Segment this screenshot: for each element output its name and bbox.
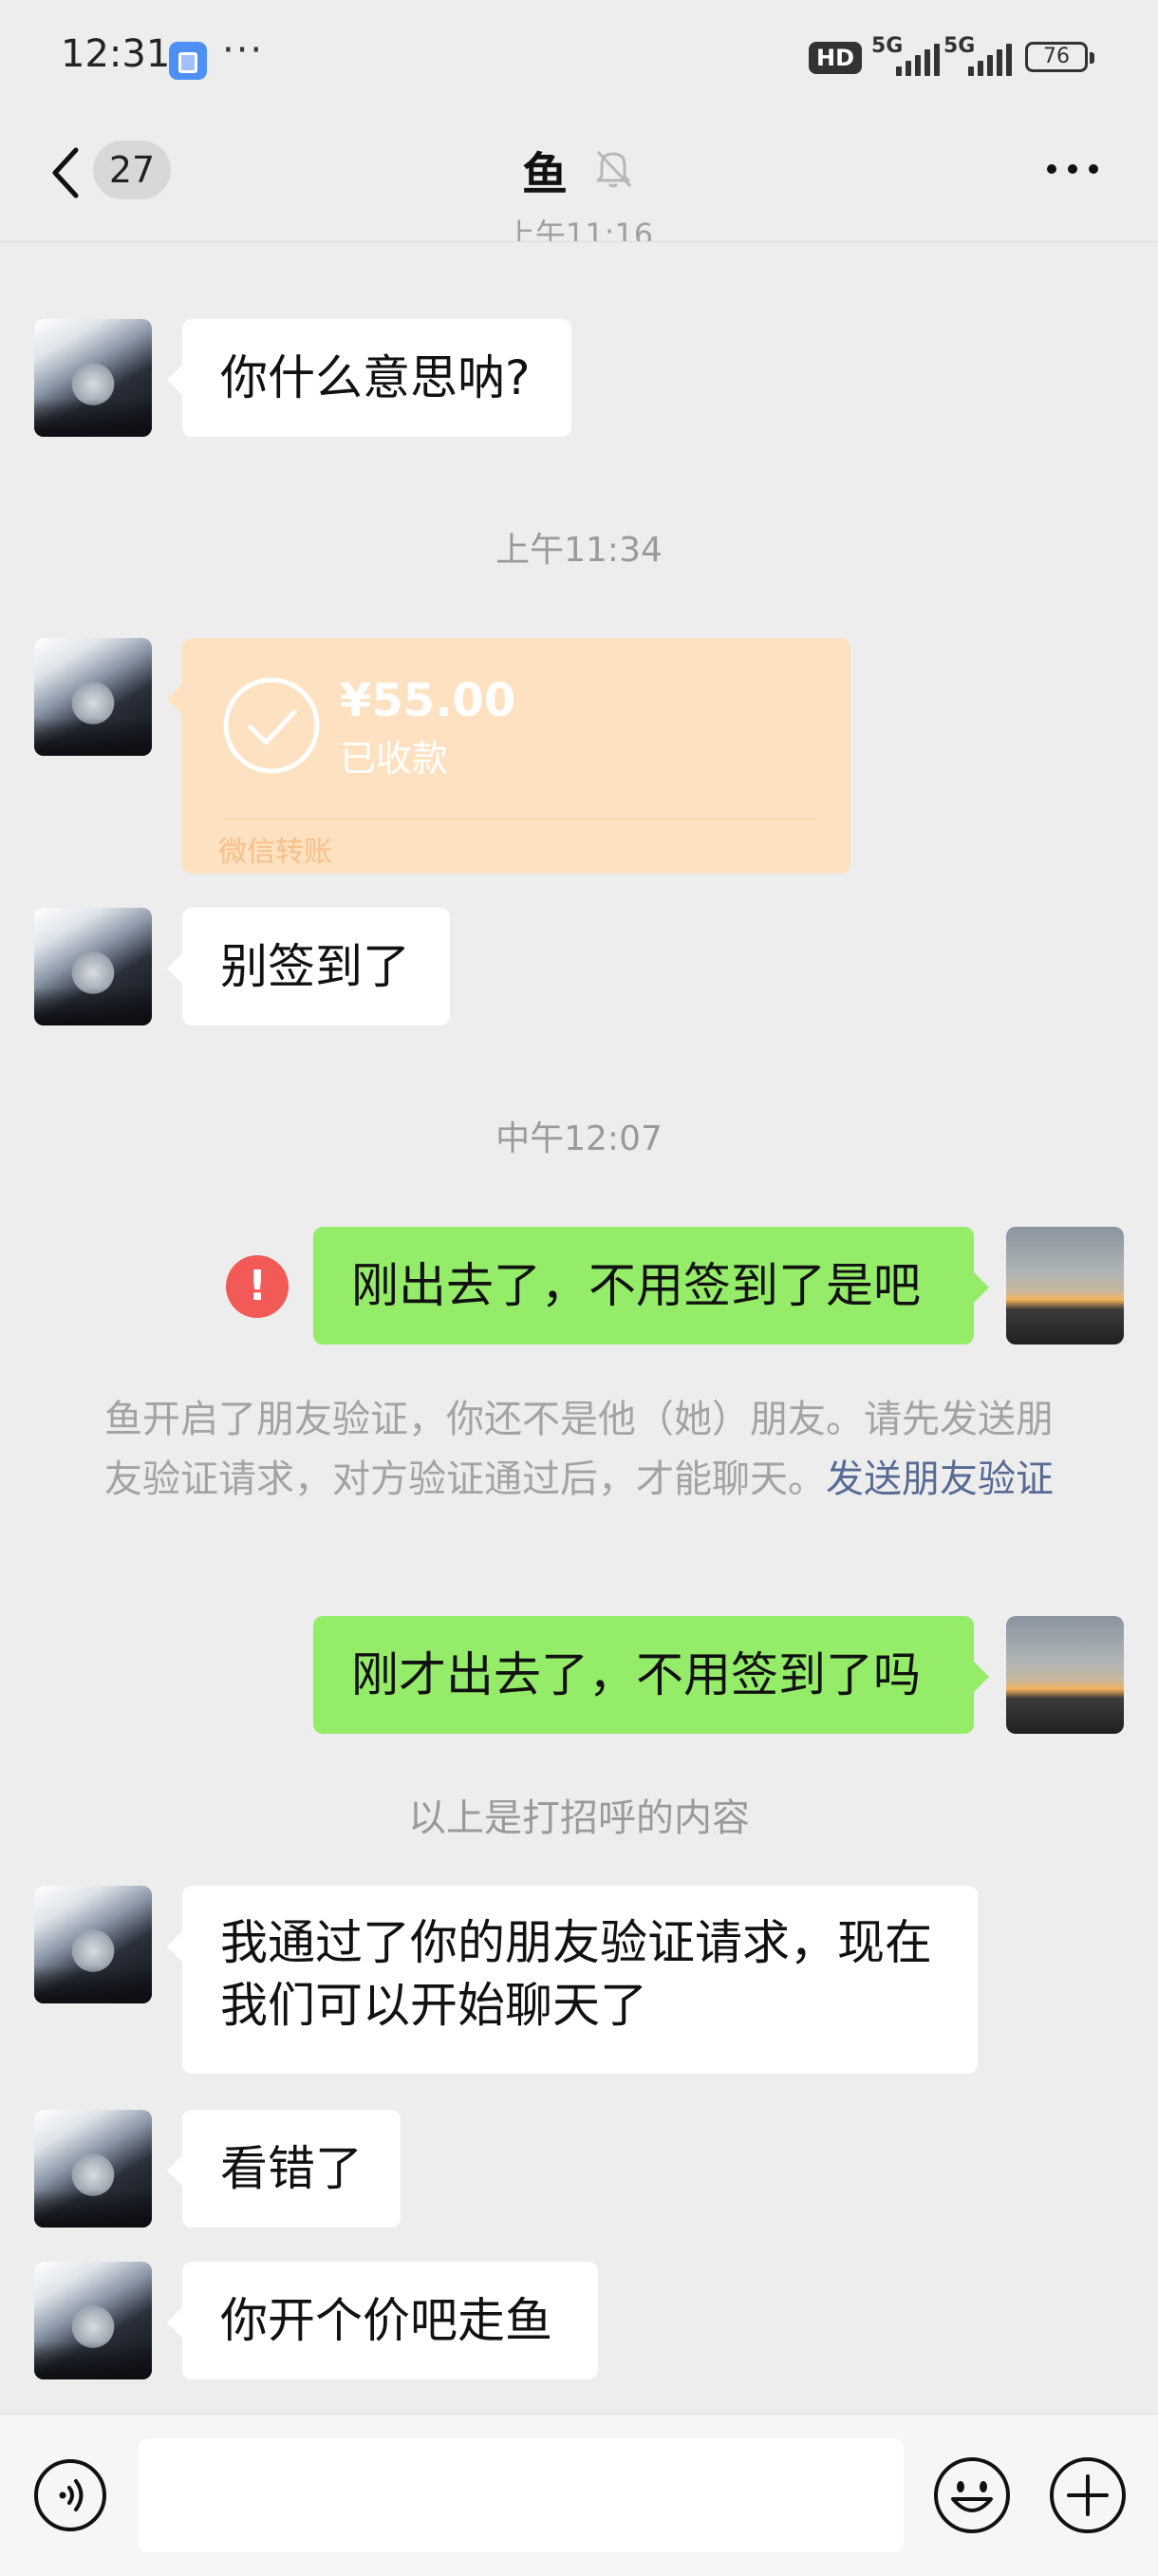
contact-avatar[interactable] xyxy=(34,908,152,1025)
contact-avatar[interactable] xyxy=(34,638,152,756)
transfer-status: 已收款 xyxy=(340,738,449,780)
app-notification-icon xyxy=(169,42,207,80)
bubble-tail xyxy=(167,953,182,984)
my-avatar[interactable] xyxy=(1006,1616,1124,1734)
signal-icon-2 xyxy=(968,42,1012,76)
hd-voice-badge: HD xyxy=(809,42,863,74)
message-input[interactable] xyxy=(139,2438,904,2552)
unread-count-badge[interactable]: 27 xyxy=(93,141,171,199)
message-bubble-incoming[interactable]: 别签到了 xyxy=(182,908,450,1025)
greeting-divider: 以上是打招呼的内容 xyxy=(408,1796,750,1840)
contact-avatar[interactable] xyxy=(34,319,152,437)
error-icon[interactable]: ! xyxy=(226,1255,289,1318)
bubble-tail xyxy=(974,1662,989,1692)
contact-avatar[interactable] xyxy=(34,1886,152,2003)
status-time: 12:31 xyxy=(61,32,171,76)
bubble-tail xyxy=(167,2155,182,2186)
message-bubble-incoming[interactable]: 你开个价吧走鱼 xyxy=(182,2262,598,2379)
transfer-footer-label: 微信转账 xyxy=(218,836,332,869)
contact-avatar[interactable] xyxy=(34,2262,152,2379)
message-bubble-incoming[interactable]: 你什么意思呐? xyxy=(182,319,571,437)
message-bubble-outgoing[interactable]: 刚才出去了，不用签到了吗 xyxy=(313,1616,974,1734)
divider xyxy=(220,818,820,819)
voice-icon[interactable] xyxy=(32,2457,108,2533)
bubble-tail xyxy=(167,2307,182,2338)
bubble-tail xyxy=(167,684,182,714)
timestamp: 中午12:07 xyxy=(495,1119,663,1158)
back-icon[interactable] xyxy=(47,144,82,201)
bubble-tail xyxy=(167,1931,182,1962)
transfer-amount: ¥55.00 xyxy=(340,674,516,727)
emoji-icon[interactable] xyxy=(932,2455,1012,2535)
message-line: 我们可以开始聊天了 xyxy=(220,1978,647,2033)
plus-icon[interactable] xyxy=(1048,2455,1128,2535)
timestamp-partial: 上午11:16 xyxy=(504,216,654,241)
chat-title: 鱼 xyxy=(522,148,569,201)
system-notice: 鱼开启了朋友验证，你还不是他（她）朋友。请先发送朋友验证请求，对方验证通过后，才… xyxy=(95,1390,1063,1510)
bubble-tail xyxy=(974,1272,989,1303)
battery-icon: 76 xyxy=(1025,42,1094,72)
send-verification-link[interactable]: 发送朋友验证 xyxy=(826,1457,1054,1501)
contact-avatar[interactable] xyxy=(34,2110,152,2228)
my-avatar[interactable] xyxy=(1006,1227,1124,1344)
message-bubble-outgoing[interactable]: 刚出去了，不用签到了是吧 xyxy=(313,1227,974,1344)
message-bubble-incoming[interactable]: 我通过了你的朋友验证请求，现在 我们可以开始聊天了 xyxy=(182,1886,978,2074)
more-icon[interactable] xyxy=(1044,161,1101,177)
status-more-dots: ··· xyxy=(222,28,265,72)
timestamp: 上午11:34 xyxy=(495,531,663,570)
bubble-tail xyxy=(167,365,182,395)
message-line: 我通过了你的朋友验证请求，现在 xyxy=(220,1915,932,1970)
signal-icon-1 xyxy=(896,42,940,76)
mute-bell-icon xyxy=(596,150,632,188)
check-circle-icon xyxy=(223,677,320,774)
message-bubble-incoming[interactable]: 看错了 xyxy=(182,2110,401,2228)
